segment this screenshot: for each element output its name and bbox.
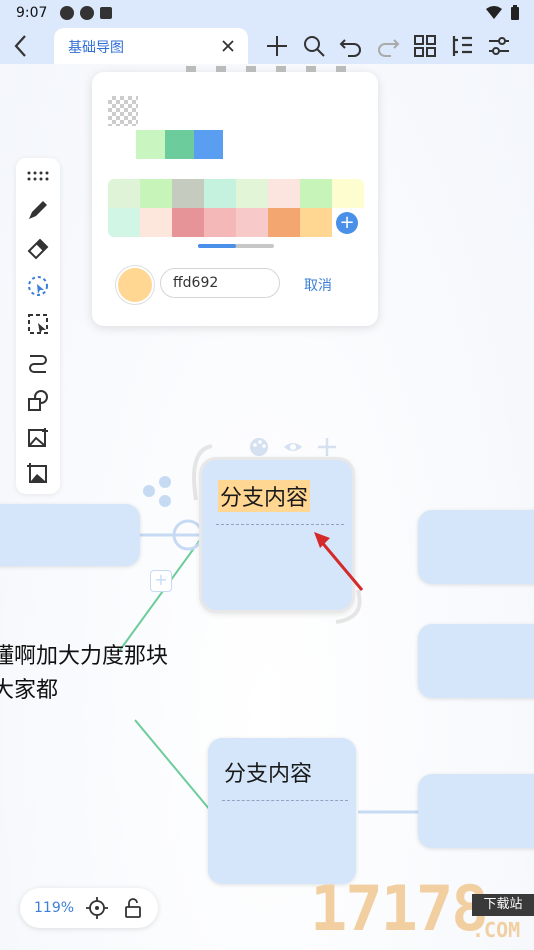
recent-color-swatch[interactable] xyxy=(136,130,165,159)
select-rect-icon[interactable] xyxy=(26,312,50,336)
palette-color-swatch[interactable] xyxy=(332,179,364,208)
add-color-button[interactable]: + xyxy=(336,212,358,234)
partial-node-right[interactable] xyxy=(418,624,534,698)
floating-text-line: 大家都 xyxy=(0,678,59,703)
eraser-icon[interactable] xyxy=(26,236,50,260)
palette-color-swatch[interactable] xyxy=(268,179,300,208)
page-indicator-active xyxy=(198,244,236,248)
cancel-button[interactable]: 取消 xyxy=(304,275,332,295)
partial-node-right[interactable] xyxy=(418,510,534,584)
zoom-bar: 119% xyxy=(20,888,158,928)
node-text[interactable]: 分支内容 xyxy=(224,756,312,788)
recent-color-swatch[interactable] xyxy=(194,130,223,159)
partial-node-right[interactable] xyxy=(418,774,534,848)
watermark-number: 17178 xyxy=(310,872,489,945)
hex-color-input[interactable]: ffd692 xyxy=(160,268,280,298)
hidden-toolbar-peek xyxy=(186,66,346,72)
palette-color-swatch[interactable] xyxy=(300,208,332,237)
recent-color-swatch[interactable] xyxy=(165,130,194,159)
lasso-icon[interactable] xyxy=(26,274,50,298)
palette-color-swatch[interactable] xyxy=(140,208,172,237)
palette-color-swatch[interactable] xyxy=(268,208,300,237)
palette-color-swatch[interactable] xyxy=(236,208,268,237)
palette-color-swatch[interactable] xyxy=(204,179,236,208)
pen-icon[interactable] xyxy=(26,198,50,222)
palette-color-swatch[interactable] xyxy=(300,179,332,208)
partial-node-left[interactable] xyxy=(0,504,140,566)
recent-colors xyxy=(136,130,223,159)
palette-color-swatch[interactable] xyxy=(108,208,140,237)
palette-color-swatch[interactable] xyxy=(172,179,204,208)
side-tool-strip xyxy=(16,158,60,494)
share-icon xyxy=(143,476,171,507)
watermark-domain: .COM xyxy=(472,918,521,942)
node-divider xyxy=(222,800,348,801)
branch-node[interactable]: 分支内容 xyxy=(208,738,356,884)
watermark-logo: 17178 下载站 .COM xyxy=(310,864,534,950)
add-child-button[interactable]: + xyxy=(150,570,172,592)
color-palette-grid xyxy=(108,179,364,237)
palette-color-swatch[interactable] xyxy=(140,179,172,208)
palette-color-swatch[interactable] xyxy=(236,179,268,208)
floating-text-line: 懂啊加大力度那块 xyxy=(0,644,169,669)
palette-color-swatch[interactable] xyxy=(204,208,236,237)
palette-color-swatch[interactable] xyxy=(108,179,140,208)
color-picker-panel: + ffd692 取消 xyxy=(92,66,378,326)
move-icon[interactable] xyxy=(316,436,338,458)
dots-grip-icon[interactable] xyxy=(26,164,50,188)
connector-icon[interactable] xyxy=(26,350,50,374)
floating-text[interactable]: 懂啊加大力度那块 大家都 xyxy=(0,640,168,708)
locate-target-icon[interactable] xyxy=(86,897,108,919)
insert-image-icon[interactable] xyxy=(26,426,50,450)
node-quick-actions xyxy=(248,436,340,458)
annotation-arrow xyxy=(314,532,364,591)
palette-color-swatch[interactable] xyxy=(172,208,204,237)
palette-page-indicator xyxy=(198,244,274,248)
unlock-icon[interactable] xyxy=(122,897,144,919)
connector-line xyxy=(134,719,211,811)
eye-icon[interactable] xyxy=(282,436,304,458)
zoom-level[interactable]: 119% xyxy=(34,900,74,916)
node-text[interactable]: 分支内容 xyxy=(218,480,311,512)
palette-icon[interactable] xyxy=(248,436,270,458)
current-color-swatch[interactable] xyxy=(116,266,154,304)
watermark-tag: 下载站 xyxy=(472,894,534,916)
shape-icon[interactable] xyxy=(26,388,50,412)
image-frame-icon[interactable] xyxy=(26,462,50,486)
transparent-swatch[interactable] xyxy=(108,96,138,126)
